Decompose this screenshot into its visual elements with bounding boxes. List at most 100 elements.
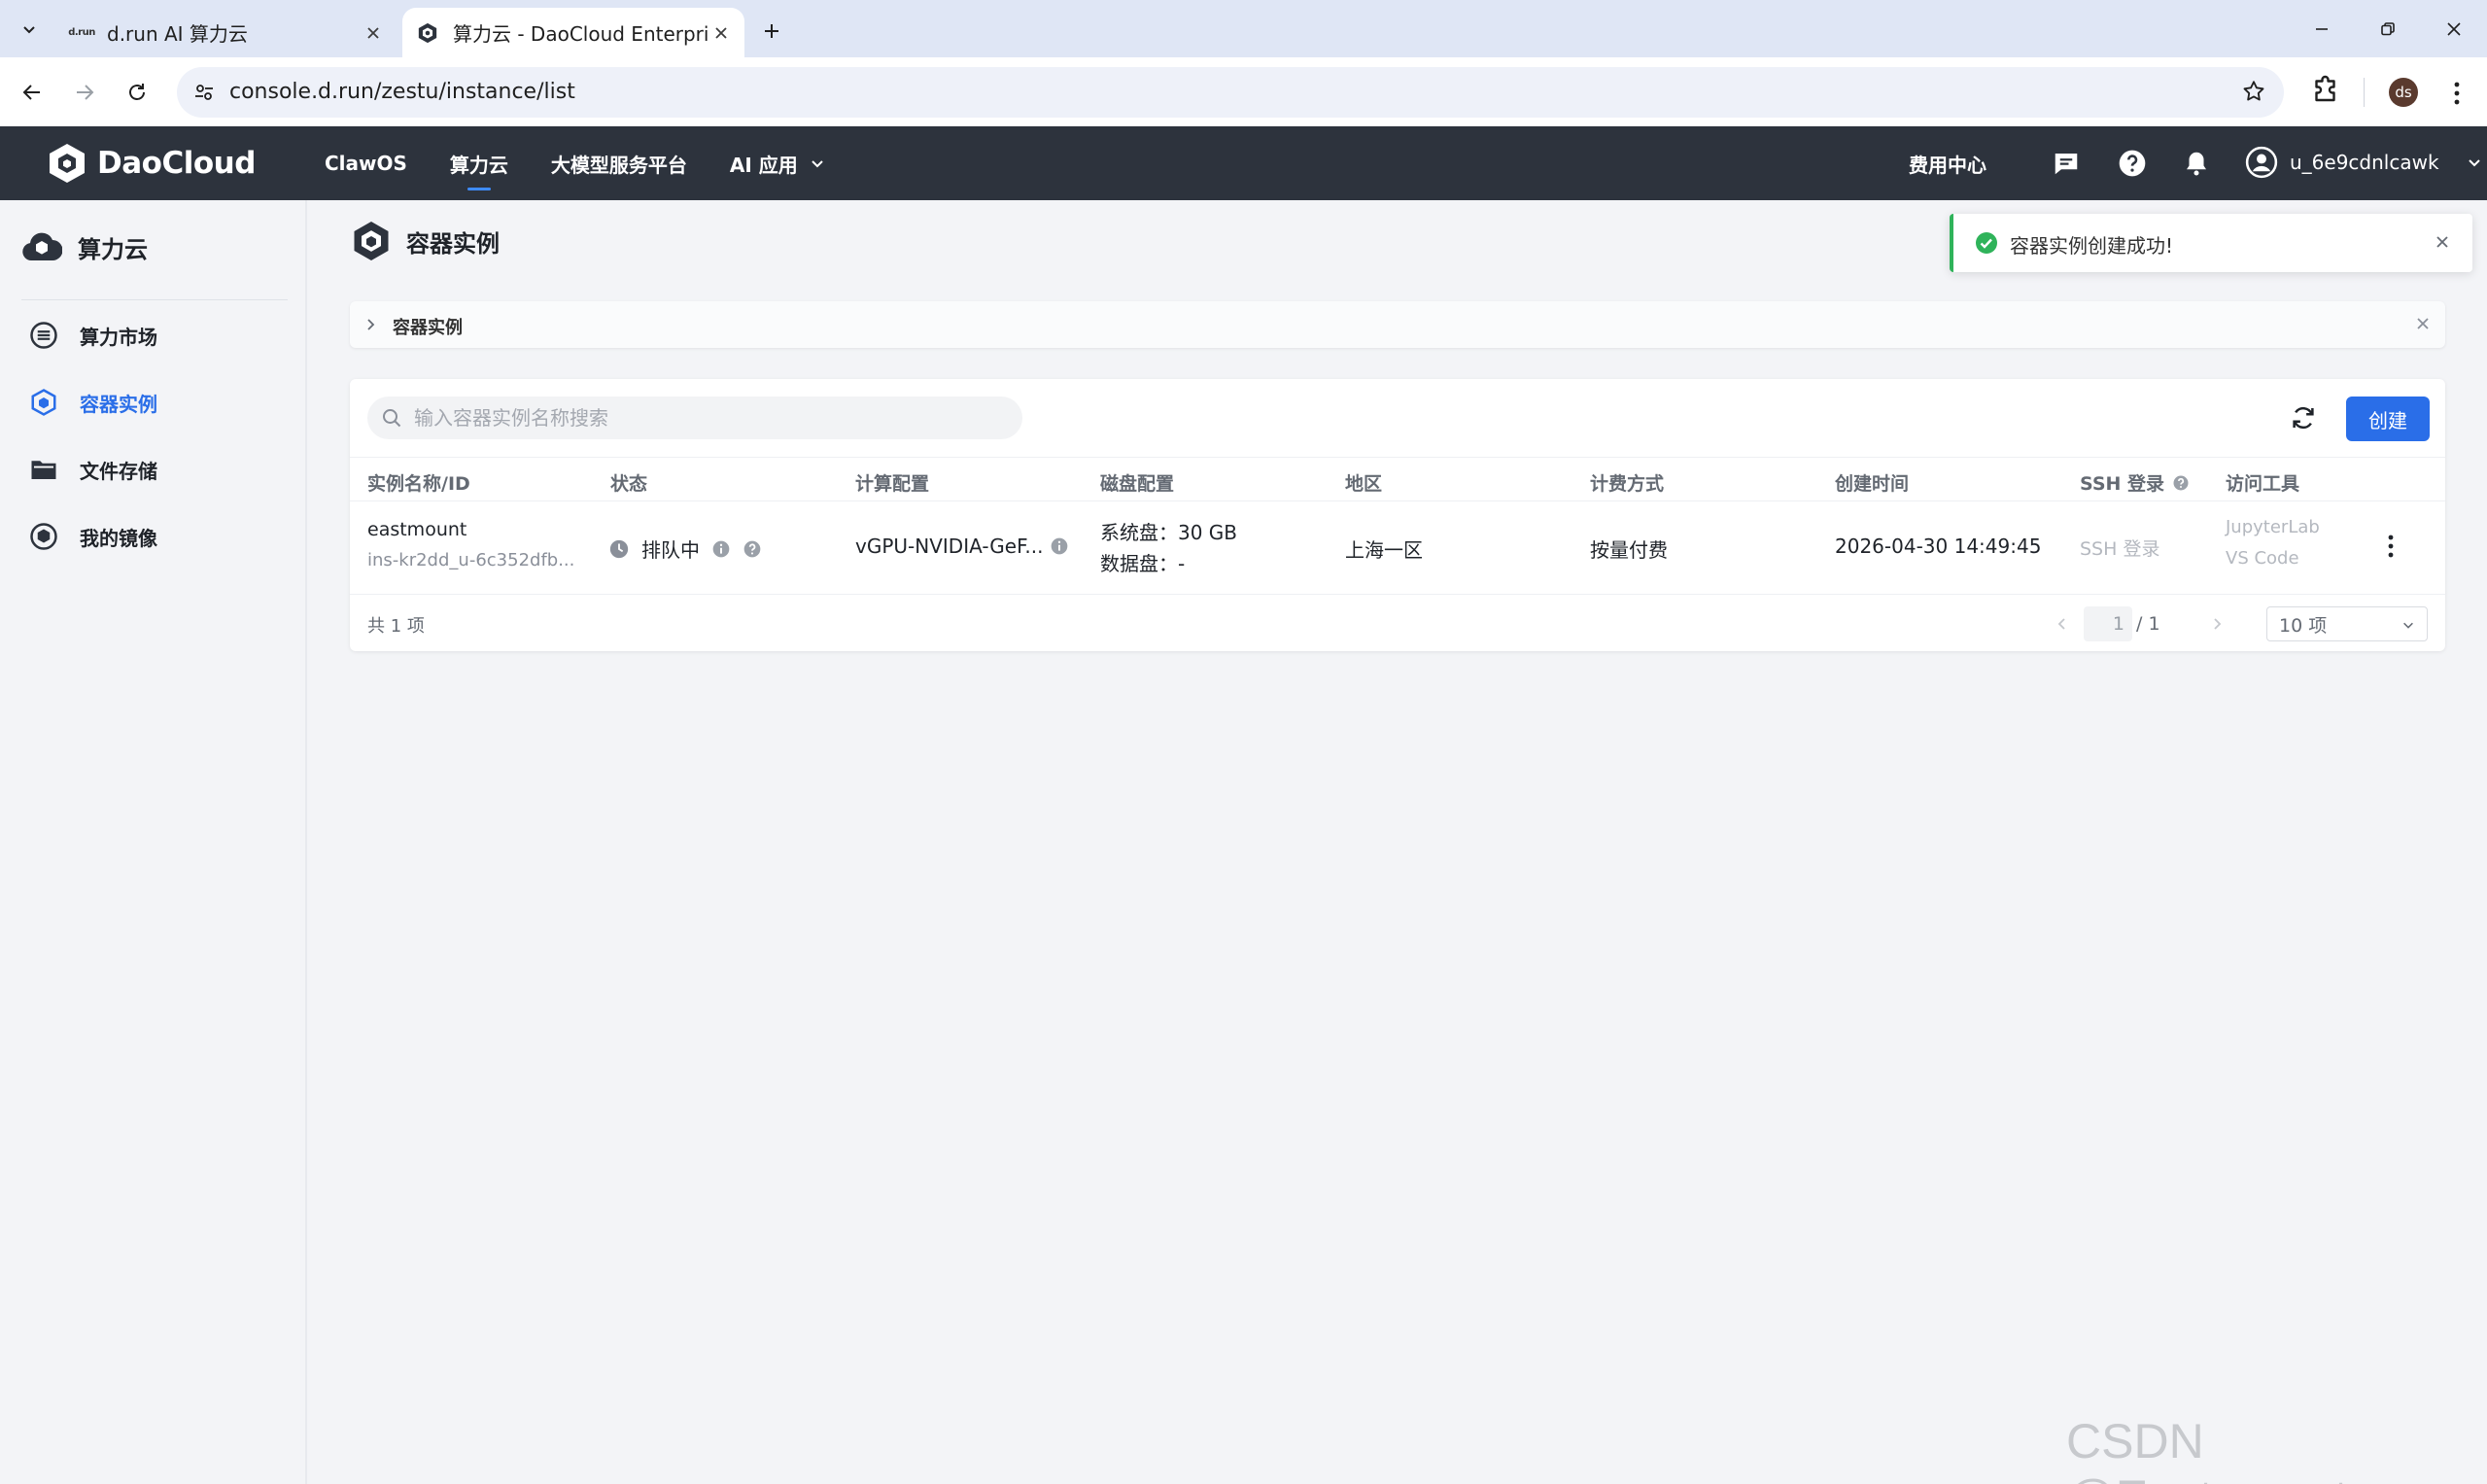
container-icon bbox=[31, 389, 56, 416]
message-icon[interactable] bbox=[2049, 146, 2084, 181]
sidebar: 算力云 算力市场 容器实例 文件存储 我的镜像 bbox=[0, 200, 307, 1484]
sidebar-item-container[interactable]: 容器实例 bbox=[29, 388, 157, 417]
browser-tab-daocloud[interactable]: 算力云 - DaoCloud Enterprise bbox=[402, 8, 744, 57]
info-collapse-bar[interactable]: 容器实例 bbox=[350, 301, 2445, 348]
sidebar-divider bbox=[21, 299, 288, 300]
search-box bbox=[367, 397, 1022, 439]
column-header: SSH 登录 bbox=[2080, 469, 2190, 496]
forward-button[interactable] bbox=[66, 74, 103, 111]
market-icon bbox=[30, 322, 57, 349]
close-tab-icon[interactable] bbox=[708, 19, 735, 47]
sidebar-item-file-storage[interactable]: 文件存储 bbox=[29, 455, 157, 484]
column-header: 创建时间 bbox=[1835, 473, 1910, 495]
create-button[interactable]: 创建 bbox=[2346, 397, 2430, 441]
success-toast: 容器实例创建成功! bbox=[1950, 214, 2472, 272]
sidebar-item-my-images[interactable]: 我的镜像 bbox=[29, 522, 157, 551]
column-header: 实例名称/ID bbox=[367, 473, 470, 495]
folder-icon bbox=[31, 461, 56, 479]
reload-button[interactable] bbox=[119, 74, 155, 111]
page-size-select[interactable]: 10 项 bbox=[2266, 606, 2428, 641]
daocloud-favicon-icon bbox=[416, 21, 439, 45]
chevron-down-icon bbox=[23, 26, 35, 34]
close-icon[interactable] bbox=[2434, 233, 2451, 251]
reload-icon bbox=[129, 84, 145, 100]
site-settings-icon[interactable] bbox=[190, 79, 218, 106]
disk-data: 数据盘：- bbox=[1100, 552, 1186, 575]
browser-menu-icon[interactable] bbox=[2445, 76, 2469, 111]
username: u_6e9cdnlcawk bbox=[2290, 151, 2439, 174]
column-header: 磁盘配置 bbox=[1100, 473, 1175, 495]
tab-title: d.run AI 算力云 bbox=[107, 22, 248, 46]
top-navigation: ClawOS 算力云 大模型服务平台 AI 应用 bbox=[303, 126, 846, 200]
toolbar-divider bbox=[2364, 78, 2365, 107]
arrow-left-icon bbox=[22, 85, 40, 100]
bookmark-star-icon[interactable] bbox=[2241, 79, 2266, 104]
table-footer: 共 1 项 1 / 1 10 项 bbox=[350, 595, 2445, 651]
container-icon bbox=[354, 222, 389, 260]
info-bar-label: 容器实例 bbox=[393, 318, 463, 338]
minimize-window-button[interactable] bbox=[2288, 0, 2356, 57]
status-cell: 排队中 bbox=[608, 535, 762, 563]
column-header: 计费方式 bbox=[1590, 473, 1665, 495]
chevron-right-icon bbox=[367, 319, 375, 330]
notification-bell-icon[interactable] bbox=[2179, 146, 2214, 181]
help-icon bbox=[2173, 475, 2189, 490]
daocloud-logo-icon bbox=[50, 144, 85, 183]
user-menu[interactable]: u_6e9cdnlcawk bbox=[2245, 146, 2482, 179]
column-header: 状态 bbox=[610, 473, 648, 495]
column-header: 地区 bbox=[1345, 473, 1383, 495]
nav-compute-cloud[interactable]: 算力云 bbox=[450, 126, 508, 200]
compute-config: vGPU-NVIDIA-GeF... bbox=[855, 535, 1044, 558]
profile-avatar[interactable]: ds bbox=[2389, 78, 2418, 107]
nav-clawos[interactable]: ClawOS bbox=[325, 126, 407, 200]
page-total: / 1 bbox=[2136, 613, 2160, 635]
daocloud-logo[interactable]: DaoCloud bbox=[47, 142, 256, 185]
info-icon[interactable] bbox=[711, 539, 731, 559]
chevron-down-icon bbox=[2403, 622, 2413, 629]
close-window-button[interactable] bbox=[2420, 0, 2487, 57]
toast-message: 容器实例创建成功! bbox=[2010, 234, 2174, 258]
nav-llm-platform[interactable]: 大模型服务平台 bbox=[551, 126, 687, 200]
region: 上海一区 bbox=[1345, 538, 1423, 562]
chevron-left-icon[interactable] bbox=[2055, 616, 2070, 632]
chevron-down-icon bbox=[812, 160, 823, 168]
search-icon bbox=[383, 409, 401, 428]
help-icon[interactable] bbox=[2115, 146, 2150, 181]
image-icon bbox=[30, 523, 57, 550]
instance-table-card: 创建 实例名称/ID 状态 计算配置 磁盘配置 地区 计费方式 创建时间 SSH… bbox=[350, 379, 2445, 651]
browser-tab-drun[interactable]: d.run d.run AI 算力云 bbox=[56, 8, 397, 57]
vscode-link[interactable]: VS Code bbox=[2226, 548, 2299, 569]
chevron-down-icon bbox=[2468, 159, 2480, 167]
address-bar[interactable]: console.d.run/zestu/instance/list bbox=[177, 67, 2284, 118]
extensions-puzzle-icon[interactable] bbox=[2309, 74, 2344, 109]
refresh-button[interactable] bbox=[2284, 398, 2323, 437]
minimize-icon bbox=[2316, 27, 2328, 30]
page-input[interactable]: 1 bbox=[2084, 606, 2132, 641]
fee-center-link[interactable]: 费用中心 bbox=[1909, 150, 1986, 178]
watermark: CSDN @Eastmount bbox=[2066, 1414, 2348, 1484]
drun-favicon-icon: d.run bbox=[68, 27, 95, 38]
clock-icon bbox=[609, 539, 629, 558]
table-row: eastmount ins-kr2dd_u-6c352dfb... 排队中 vG… bbox=[350, 501, 2445, 595]
nav-ai-apps[interactable]: AI 应用 bbox=[730, 126, 825, 200]
chevron-right-icon[interactable] bbox=[2209, 616, 2225, 632]
ssh-login-link[interactable]: SSH 登录 bbox=[2080, 535, 2159, 561]
restore-window-button[interactable] bbox=[2354, 0, 2422, 57]
more-actions-icon[interactable] bbox=[2383, 531, 2399, 562]
back-button[interactable] bbox=[14, 74, 51, 111]
table-header: 实例名称/ID 状态 计算配置 磁盘配置 地区 计费方式 创建时间 SSH 登录… bbox=[350, 457, 2445, 501]
search-input[interactable] bbox=[414, 397, 1007, 439]
sidebar-item-market[interactable]: 算力市场 bbox=[29, 321, 157, 350]
close-tab-icon[interactable] bbox=[360, 19, 387, 47]
new-tab-button[interactable] bbox=[754, 14, 789, 49]
instance-id: ins-kr2dd_u-6c352dfb... bbox=[367, 550, 575, 570]
instance-name[interactable]: eastmount bbox=[367, 519, 466, 540]
help-icon[interactable] bbox=[743, 539, 762, 559]
disk-system: 系统盘：30 GB bbox=[1100, 521, 1238, 544]
tab-title: 算力云 - DaoCloud Enterprise bbox=[453, 22, 708, 46]
created-time: 2026-04-30 14:49:45 bbox=[1835, 535, 2042, 558]
info-icon[interactable] bbox=[1050, 536, 1069, 556]
jupyterlab-link[interactable]: JupyterLab bbox=[2226, 517, 2320, 537]
tab-search-button[interactable] bbox=[12, 14, 47, 45]
close-icon[interactable] bbox=[2414, 315, 2432, 332]
